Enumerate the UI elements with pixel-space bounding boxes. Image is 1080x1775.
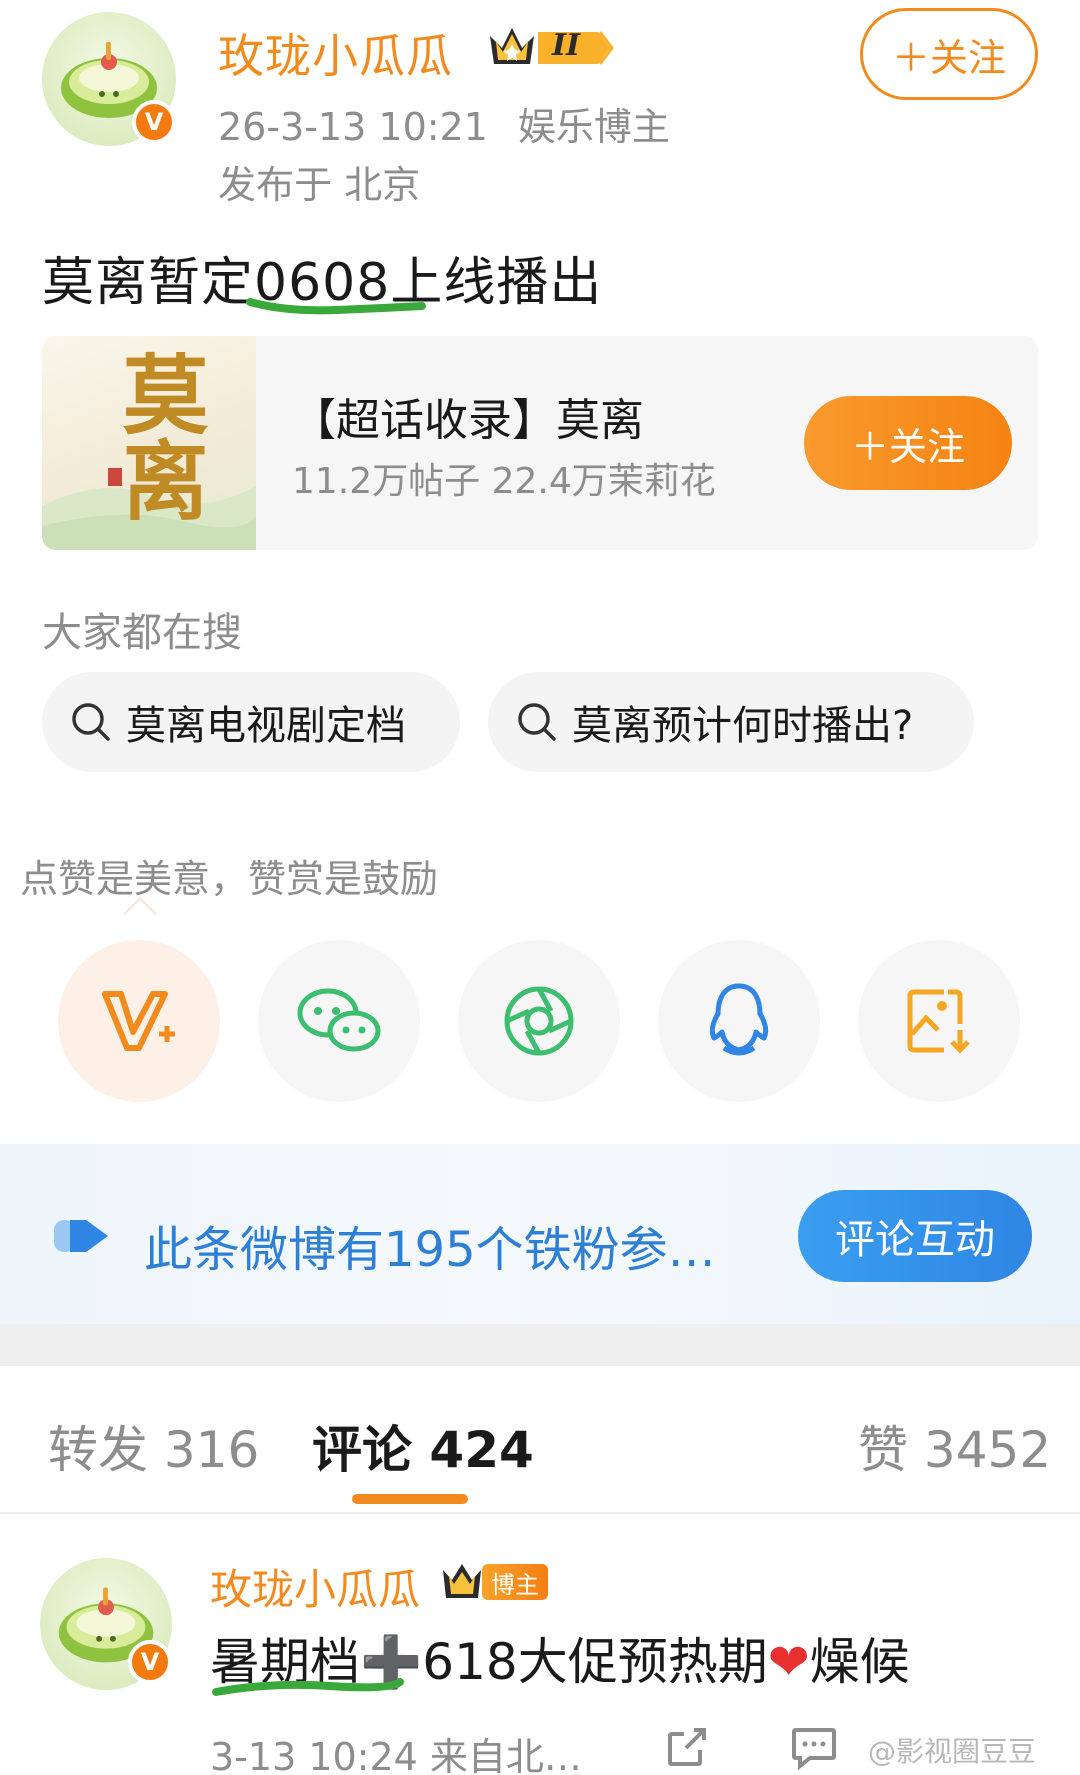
heart-emoji: ❤	[767, 1633, 810, 1691]
blogger-badge: 博主	[440, 1560, 550, 1604]
verified-mark: V	[144, 108, 164, 136]
supertopic-cover: 莫离	[42, 336, 256, 550]
v-reward-icon	[102, 991, 175, 1051]
share-wechat-button[interactable]	[258, 940, 420, 1102]
comment-meta: 3-13 10:24 来自北…	[210, 1735, 582, 1775]
verified-mark: V	[140, 1648, 160, 1676]
cover-seal-stamp	[108, 468, 122, 486]
share-moments-button[interactable]	[458, 940, 620, 1102]
post-text: 莫离暂定0608上 线播出	[42, 240, 602, 315]
fan-banner-text: 此条微博有195个铁粉参…	[144, 1222, 716, 1278]
post-meta: 26-3-13 10:21 娱乐博主	[218, 96, 670, 151]
member-level-badge: II	[486, 22, 616, 74]
post-text-end: 线播出	[443, 253, 603, 313]
search-chip-1[interactable]: 莫离电视剧定档	[42, 672, 460, 772]
reward-tip-text: 点赞是美意，赞赏是鼓励	[20, 857, 439, 901]
post-location: 发布于 北京	[218, 163, 421, 207]
post-text-highlight-wrap: 0608上	[246, 240, 443, 315]
section-separator	[0, 1324, 1080, 1366]
comment-bubble-icon	[792, 1728, 836, 1771]
comment-author-name[interactable]: 玫珑小瓜瓜	[210, 1556, 420, 1617]
comment-text: 暑期档➕ 618大促预热期❤燥候	[210, 1622, 910, 1696]
share-qq-button[interactable]	[658, 940, 820, 1102]
supertopic-stats: 11.2万帖子 22.4万茉莉花	[292, 461, 716, 502]
comment-text-part2: 618大促预热期	[422, 1633, 768, 1691]
tab-like[interactable]: 赞 3452	[858, 1410, 1051, 1482]
comment-text-part3: 燥候	[809, 1633, 910, 1691]
verified-badge-icon: V	[128, 1640, 172, 1684]
moments-icon	[504, 986, 574, 1056]
supertopic-title: 【超话收录】莫离	[292, 395, 644, 446]
supertopic-follow-button[interactable]: ＋关注	[804, 396, 1012, 490]
tab-repost[interactable]: 转发 316	[48, 1410, 259, 1482]
post-text-start: 莫离暂定	[42, 253, 255, 313]
search-chip-label: 莫离预计何时播出?	[572, 703, 914, 749]
wechat-icon	[297, 988, 381, 1052]
share-arrow-icon	[668, 1728, 706, 1766]
green-underline-mark	[212, 1678, 404, 1696]
search-chip-label: 莫离电视剧定档	[126, 703, 406, 749]
blogger-badge-label: 博主	[482, 1564, 548, 1600]
tab-comment[interactable]: 评论 424	[312, 1410, 534, 1482]
search-icon	[72, 703, 110, 741]
supertopic-card[interactable]: 莫离 【超话收录】莫离 11.2万帖子 22.4万茉莉花 ＋关注	[42, 336, 1038, 550]
crown-icon	[443, 1564, 481, 1598]
level-badge-text: II	[552, 28, 581, 63]
active-tab-indicator	[352, 1494, 468, 1504]
save-image-icon	[907, 989, 970, 1054]
comment-interact-button[interactable]: 评论互动	[798, 1190, 1032, 1282]
tabs-divider	[0, 1512, 1080, 1514]
search-section-title: 大家都在搜	[42, 610, 242, 656]
follow-button[interactable]: ＋关注	[860, 8, 1038, 100]
image-watermark: @影视圈豆豆	[868, 1735, 1037, 1768]
fan-banner-icon-wrap	[52, 1216, 112, 1260]
reward-button[interactable]	[58, 940, 220, 1102]
author-tag: 娱乐博主	[517, 105, 670, 149]
comment-highlight-wrap: 暑期档➕	[210, 1622, 422, 1696]
post-timestamp: 26-3-13 10:21	[218, 105, 488, 149]
comment-share-button[interactable]	[664, 1724, 710, 1774]
green-underline-mark	[246, 298, 427, 315]
search-icon	[518, 703, 556, 741]
author-name[interactable]: 玫珑小瓜瓜	[218, 20, 453, 86]
comment-reply-button[interactable]	[790, 1724, 838, 1774]
search-chip-2[interactable]: 莫离预计何时播出?	[488, 672, 974, 772]
qq-icon	[709, 983, 769, 1056]
crown-icon	[490, 28, 614, 65]
save-image-button[interactable]	[858, 940, 1020, 1102]
play-stack-icon	[54, 1220, 108, 1252]
verified-badge-icon: V	[132, 100, 176, 144]
cover-title-text: 莫离	[107, 350, 208, 522]
